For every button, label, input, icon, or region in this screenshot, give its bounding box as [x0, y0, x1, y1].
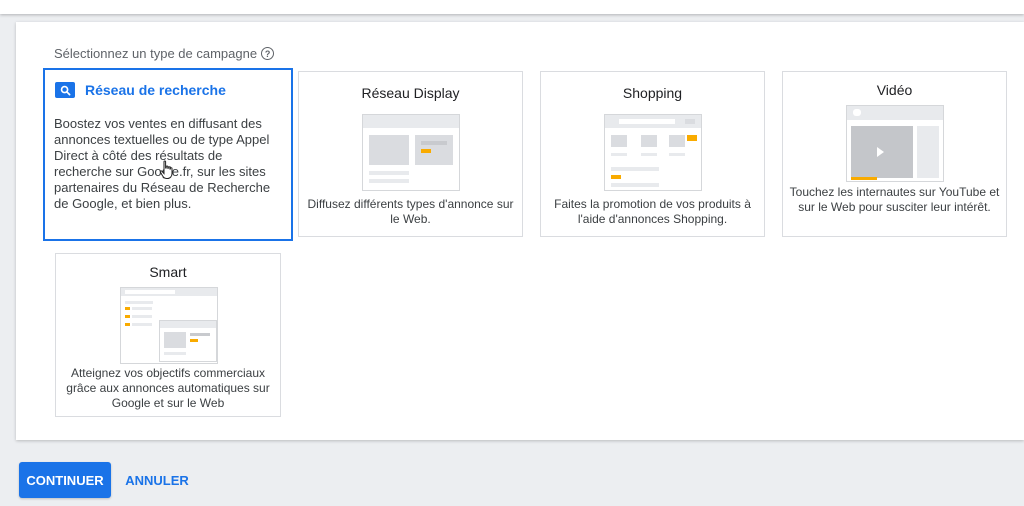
- cancel-button[interactable]: ANNULER: [118, 462, 196, 498]
- card-description: Faites la promotion de vos produits à l'…: [554, 197, 751, 226]
- campaign-card-search[interactable]: Réseau de recherche Boostez vos ventes e…: [43, 68, 293, 241]
- card-title: Shopping: [622, 85, 683, 101]
- play-icon: [877, 147, 884, 157]
- shopping-illustration: [604, 114, 702, 191]
- campaign-card-video[interactable]: Vidéo Touchez les internautes sur YouTub…: [782, 71, 1007, 237]
- card-title: Réseau Display: [361, 85, 460, 101]
- campaign-card-shopping[interactable]: Shopping Faites la promotion de vos prod…: [540, 71, 765, 237]
- smart-illustration: [120, 287, 218, 364]
- hand-cursor-icon: [159, 160, 175, 180]
- continue-button[interactable]: CONTINUER: [19, 462, 111, 498]
- card-description: Atteignez vos objectifs commerciaux grâc…: [66, 366, 270, 410]
- top-panel-edge: [0, 0, 1024, 14]
- campaign-card-display[interactable]: Réseau Display Diffusez différents types…: [298, 71, 523, 237]
- video-illustration: [846, 105, 944, 182]
- section-header: Sélectionnez un type de campagne ?: [54, 46, 275, 61]
- search-icon: [55, 82, 75, 98]
- card-title: Vidéo: [876, 82, 913, 98]
- smart-illustration-inner: [159, 320, 217, 362]
- card-description: Touchez les internautes sur YouTube et s…: [789, 185, 1000, 214]
- section-label: Sélectionnez un type de campagne: [54, 46, 258, 61]
- display-illustration: [362, 114, 460, 191]
- card-description: Diffusez différents types d'annonce sur …: [307, 197, 514, 226]
- card-title: Réseau de recherche: [85, 82, 226, 98]
- card-title: Smart: [149, 264, 187, 280]
- campaign-card-smart[interactable]: Smart Atteignez vos objectifs commerciau…: [55, 253, 281, 417]
- search-card-header: Réseau de recherche: [55, 82, 226, 98]
- help-icon[interactable]: ?: [261, 47, 275, 60]
